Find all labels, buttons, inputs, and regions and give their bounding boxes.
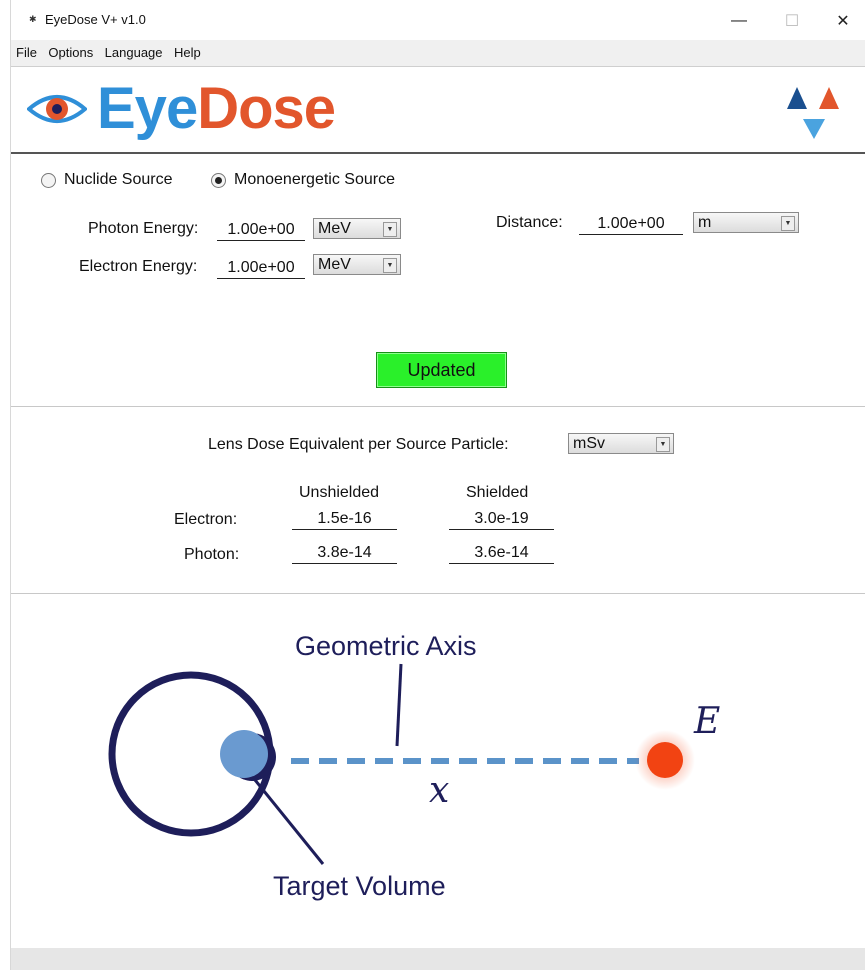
menu-options[interactable]: Options — [46, 40, 95, 60]
dose-unit-select[interactable]: mSv ▼ — [568, 433, 674, 454]
axis-label-pointer — [395, 663, 403, 747]
logo-text-dose: Dose — [197, 76, 336, 141]
maximize-button[interactable]: ☐ — [769, 6, 815, 36]
window-title: EyeDose V+ v1.0 — [45, 12, 146, 27]
update-button[interactable]: Updated — [376, 352, 507, 388]
electron-unshielded-value: 1.5e-16 — [292, 509, 397, 530]
logo-text-eye: Eye — [97, 76, 198, 141]
shielded-column-header: Shielded — [466, 484, 529, 501]
close-button[interactable]: ✕ — [820, 6, 865, 36]
radio-off-icon — [41, 172, 56, 188]
menu-file[interactable]: File — [14, 40, 39, 60]
dropdown-arrow-icon: ▼ — [781, 216, 795, 231]
geometric-axis-label: Geometric Axis — [295, 631, 477, 661]
electron-energy-unit-value: MeV — [318, 256, 351, 273]
dropdown-arrow-icon: ▼ — [656, 437, 670, 452]
target-volume-lens — [220, 730, 268, 778]
photon-energy-input[interactable]: 1.00e+00 — [217, 220, 305, 241]
target-label-pointer — [253, 779, 325, 865]
geometry-diagram: Geometric Axis Target Volume x E — [108, 631, 720, 901]
nuclide-source-label: Nuclide Source — [64, 171, 173, 188]
unshielded-column-header: Unshielded — [299, 484, 380, 501]
electron-row-label: Electron: — [174, 511, 238, 528]
electron-energy-unit-select[interactable]: MeV ▼ — [313, 254, 401, 275]
title-bar: ✱ EyeDose V+ v1.0 — ☐ ✕ — [11, 0, 865, 40]
distance-symbol: x — [429, 770, 449, 811]
photon-energy-label: Photon Energy: — [88, 220, 199, 237]
input-panel: Nuclide Source Monoenergetic Source Phot… — [11, 154, 865, 407]
distance-unit-value: m — [698, 214, 712, 231]
eye-logo-icon — [27, 95, 87, 123]
menu-language[interactable]: Language — [103, 40, 165, 60]
status-bar — [11, 948, 865, 970]
electron-energy-input[interactable]: 1.00e+00 — [217, 258, 305, 279]
dropdown-arrow-icon: ▼ — [383, 222, 397, 237]
logo-banner: EyeDose — [11, 67, 865, 154]
nuclide-source-radio[interactable]: Nuclide Source — [41, 171, 173, 189]
radio-on-icon — [211, 172, 226, 188]
app-icon: ✱ — [29, 14, 37, 24]
results-panel: Lens Dose Equivalent per Source Particle… — [11, 407, 865, 594]
photon-unshielded-value: 3.8e-14 — [292, 543, 397, 564]
target-volume-label: Target Volume — [273, 871, 446, 901]
distance-label: Distance: — [496, 214, 563, 231]
electron-energy-label: Electron Energy: — [79, 258, 198, 275]
app-window: ✱ EyeDose V+ v1.0 — ☐ ✕ File Options Lan… — [10, 0, 865, 970]
energy-symbol: E — [693, 701, 720, 742]
menu-help[interactable]: Help — [172, 40, 203, 60]
source-point — [647, 742, 683, 778]
logo-wordmark: EyeDose — [97, 72, 336, 146]
distance-input[interactable]: 1.00e+00 — [579, 214, 683, 235]
dose-header-label: Lens Dose Equivalent per Source Particle… — [208, 436, 509, 453]
monoenergetic-source-radio[interactable]: Monoenergetic Source — [211, 171, 395, 189]
menu-bar: File Options Language Help — [11, 40, 865, 67]
minimize-button[interactable]: — — [716, 6, 762, 36]
electron-shielded-value: 3.0e-19 — [449, 509, 554, 530]
photon-shielded-value: 3.6e-14 — [449, 543, 554, 564]
dose-unit-value: mSv — [573, 435, 605, 452]
distance-unit-select[interactable]: m ▼ — [693, 212, 799, 233]
monoenergetic-source-label: Monoenergetic Source — [234, 171, 395, 188]
dropdown-arrow-icon: ▼ — [383, 258, 397, 273]
photon-energy-unit-value: MeV — [318, 220, 351, 237]
photon-row-label: Photon: — [184, 546, 240, 563]
photon-energy-unit-select[interactable]: MeV ▼ — [313, 218, 401, 239]
radiation-trefoil-icon — [787, 87, 839, 139]
geometry-diagram-panel: Geometric Axis Target Volume x E — [11, 594, 865, 948]
